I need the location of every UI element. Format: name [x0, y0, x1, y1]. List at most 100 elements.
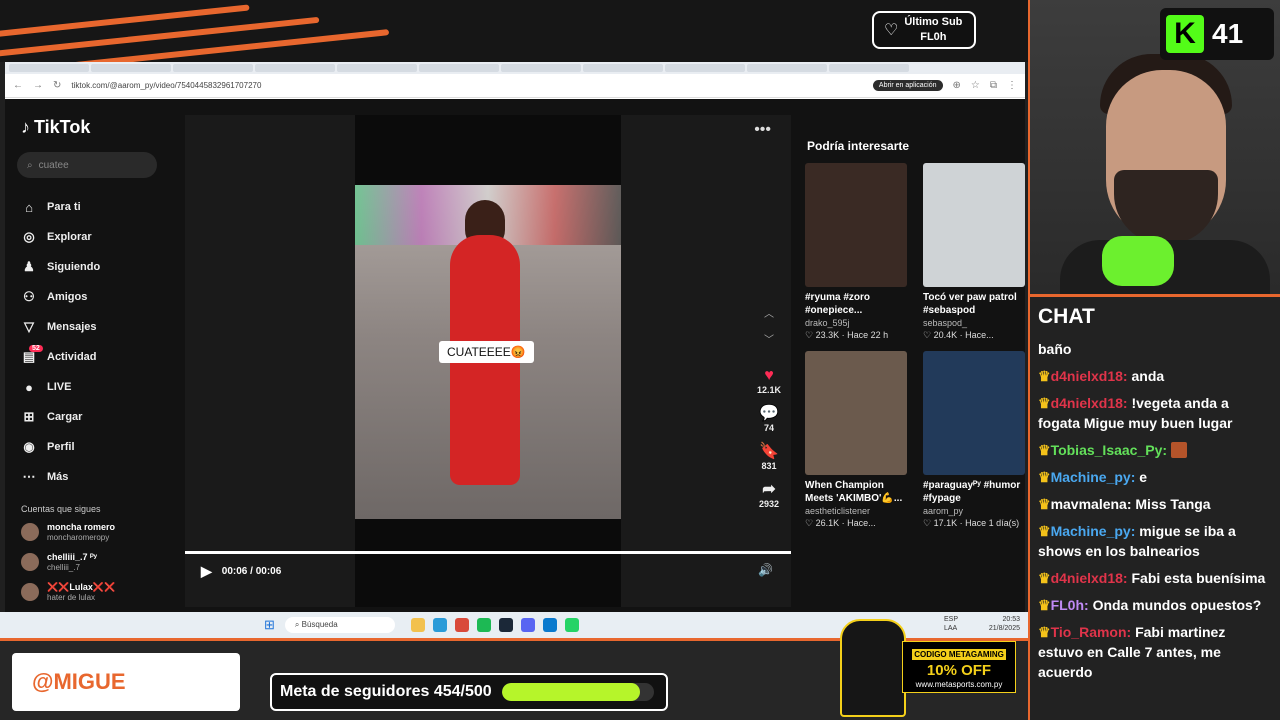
follower-goal-label: Meta de seguidores 454/500 — [280, 683, 492, 700]
live-icon: ● — [25, 379, 33, 395]
sidebar-item-label: Perfil — [47, 441, 75, 453]
chat-username[interactable]: d4nielxd18: — [1051, 368, 1132, 384]
rec-meta: ♡ 26.1K · Hace... — [805, 518, 876, 528]
file-explorer-icon[interactable] — [410, 618, 425, 632]
back-icon[interactable]: ← — [13, 80, 23, 91]
volume-icon[interactable]: 🔊 — [758, 563, 773, 577]
crown-badge-icon: ♛ — [1038, 469, 1051, 485]
account-name: chelliii_.7 ᴾʸ — [47, 551, 98, 562]
sidebar-item-perfil[interactable]: ◉ Perfil — [15, 432, 165, 462]
following-title: Cuentas que sigues — [21, 504, 101, 514]
rec-author[interactable]: sebaspod_ — [923, 318, 1025, 328]
video-player[interactable]: CUATEEEE😡 ••• ︿ ﹀ ♥ 12.1K 💬 74 🔖 831 ➦ 2… — [185, 115, 791, 607]
rec-author[interactable]: aestheticlistener — [805, 506, 907, 516]
crown-badge-icon: ♛ — [1038, 442, 1051, 458]
whatsapp-icon[interactable] — [564, 618, 579, 632]
chat-username[interactable]: Machine_py: — [1051, 523, 1140, 539]
chat-username[interactable]: mavmalena: — [1051, 496, 1136, 512]
sidebar-item-explorar[interactable]: ◎ Explorar — [15, 222, 165, 252]
heart-icon: ♡ — [884, 22, 899, 39]
chat-message: ♛Machine_py: e — [1038, 467, 1274, 487]
chat-username[interactable]: FL0h: — [1051, 597, 1093, 613]
followed-account[interactable]: chelliii_.7 ᴾʸ chelliii_.7 — [21, 550, 165, 574]
promo-site: www.metasports.com.py — [915, 680, 1003, 689]
rec-meta: ♡ 23.3K · Hace 22 h — [805, 330, 889, 340]
play-icon[interactable]: ▶ — [201, 563, 212, 580]
windows-start-icon[interactable]: ⊞ — [264, 617, 275, 633]
address-bar: ← → ↻ tiktok.com/@aarom_py/video/7540445… — [5, 74, 1025, 98]
vscode-icon[interactable] — [542, 618, 557, 632]
rec-caption: When Champion Meets 'AKIMBO'💪... — [805, 480, 903, 504]
url-field[interactable]: tiktok.com/@aarom_py/video/7540445832961… — [71, 81, 863, 90]
like-icon[interactable]: ♥ — [755, 367, 783, 385]
recommended-video[interactable]: #paraguayᴾʸ #humor #fypage aarom_py ♡ 17.1… — [923, 351, 1025, 529]
followed-account[interactable]: moncha romero moncharomeropy — [21, 520, 165, 544]
avatar — [21, 523, 39, 541]
recommended-video[interactable]: Tocó ver paw patrol #sebaspod sebaspod_ ♡ … — [923, 163, 1025, 341]
crown-badge-icon: ♛ — [1038, 523, 1051, 539]
video-thumbnail[interactable] — [805, 351, 907, 475]
video-frame[interactable]: CUATEEEE😡 — [355, 185, 621, 519]
chat-username[interactable]: Machine_py: — [1051, 469, 1140, 485]
promo-code: CODIGO METAGAMING — [912, 649, 1006, 660]
recommended-video[interactable]: When Champion Meets 'AKIMBO'💪... aestheti… — [805, 351, 907, 529]
comment-count: 74 — [763, 423, 774, 433]
sidebar-item-label: Para ti — [47, 201, 81, 213]
comment-icon[interactable]: 💬 — [755, 403, 783, 423]
video-thumbnail[interactable] — [923, 351, 1025, 475]
rec-author[interactable]: aarom_py — [923, 506, 1025, 516]
edge-icon[interactable] — [432, 618, 447, 632]
sidebar-item-label: Siguiendo — [47, 261, 101, 273]
discord-icon[interactable] — [520, 618, 535, 632]
chrome-icon[interactable] — [454, 618, 469, 632]
followed-account[interactable]: ❌❌Lulax❌❌ hater de lulax — [21, 580, 165, 604]
sidebar-item-más[interactable]: ⋯ Más — [15, 462, 165, 492]
video-thumbnail[interactable] — [805, 163, 907, 287]
account-name: ❌❌Lulax❌❌ — [47, 581, 116, 592]
chevron-down-icon[interactable]: ﹀ — [759, 331, 779, 346]
chat-username[interactable]: Tobias_Isaac_Py: — [1051, 442, 1171, 458]
kick-viewer-counter: K 41 — [1160, 8, 1274, 60]
menu-icon[interactable]: ⋮ — [1007, 80, 1017, 91]
open-app-button[interactable]: Abrir en aplicación — [872, 80, 943, 91]
reload-icon[interactable]: ↻ — [53, 80, 61, 91]
steam-icon[interactable] — [498, 618, 513, 632]
share-count: 2932 — [758, 499, 780, 509]
sidebar-item-siguiendo[interactable]: ♟ Siguiendo — [15, 252, 165, 282]
tiktok-logo[interactable]: ♪ TikTok — [21, 117, 165, 138]
chat-message: ♛d4nielxd18: Fabi esta buenísima — [1038, 568, 1274, 588]
chat-message: ♛Tio_Ramon: Fabi martinez estuvo en Call… — [1038, 622, 1274, 682]
browser-window: ← → ↻ tiktok.com/@aarom_py/video/7540445… — [5, 62, 1025, 612]
video-thumbnail[interactable] — [923, 163, 1025, 287]
chevron-up-icon[interactable]: ︿ — [759, 305, 779, 320]
sidebar-item-mensajes[interactable]: ▽ Mensajes — [15, 312, 165, 342]
account-handle: moncharomeropy — [47, 532, 110, 542]
bookmark-icon[interactable]: 🔖 — [755, 441, 783, 461]
extensions-icon[interactable]: ⧉ — [990, 80, 997, 91]
star-icon[interactable]: ☆ — [971, 80, 980, 91]
taskbar-search[interactable]: ⌕ Búsqueda — [284, 617, 395, 633]
sidebar-item-label: Mensajes — [47, 321, 97, 333]
spotify-icon[interactable] — [476, 618, 491, 632]
sidebar-item-live[interactable]: ● LIVE — [15, 372, 165, 402]
sidebar-item-para-ti[interactable]: ⌂ Para ti — [15, 192, 165, 222]
share-icon[interactable]: ➦ — [755, 479, 783, 499]
zoom-icon[interactable]: ⊕ — [953, 80, 961, 91]
more-options-icon[interactable]: ••• — [754, 121, 771, 139]
browser-tab-strip[interactable] — [5, 62, 1025, 74]
forward-icon[interactable]: → — [33, 80, 43, 91]
sidebar-item-cargar[interactable]: ⊞ Cargar — [15, 402, 165, 432]
search-input[interactable]: ⌕ cuatee — [17, 152, 157, 178]
sidebar-item-actividad[interactable]: ▤ 52 Actividad — [15, 342, 165, 372]
rec-author[interactable]: drako_595j — [805, 318, 907, 328]
recommendations-panel: Podría interesarte #ryuma #zoro #onepiec… — [805, 139, 1025, 529]
save-count: 831 — [761, 461, 777, 471]
chat-username[interactable]: Tio_Ramon: — [1051, 624, 1136, 640]
video-progress-bar[interactable] — [185, 551, 791, 554]
recommended-video[interactable]: #ryuma #zoro #onepiece... drako_595j ♡ 23.… — [805, 163, 907, 341]
chat-username[interactable]: d4nielxd18: — [1051, 395, 1132, 411]
chat-panel: CHAT baño ♛d4nielxd18: anda ♛d4nielxd18: !… — [1030, 294, 1280, 720]
chat-username[interactable]: d4nielxd18: — [1051, 570, 1132, 586]
sidebar-item-amigos[interactable]: ⚇ Amigos — [15, 282, 165, 312]
crown-badge-icon: ♛ — [1038, 496, 1051, 512]
